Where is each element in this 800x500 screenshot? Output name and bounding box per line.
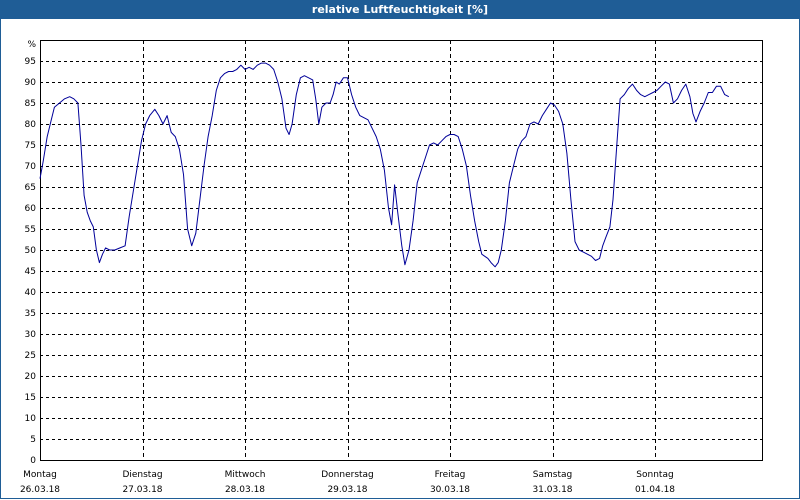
x-tick-day-label: Samstag xyxy=(533,470,572,480)
x-tick-date-label: 01.04.18 xyxy=(635,485,675,495)
y-tick-label-30: 30 xyxy=(25,330,37,340)
x-tick-date-label: 29.03.18 xyxy=(327,485,367,495)
y-tick-label-95: 95 xyxy=(25,57,36,67)
x-tick-date-label: 26.03.18 xyxy=(20,485,60,495)
y-tick-label-20: 20 xyxy=(25,372,37,382)
x-tick-day-label: Montag xyxy=(23,470,57,480)
y-tick-label-5: 5 xyxy=(30,435,36,445)
y-tick-label-65: 65 xyxy=(25,183,36,193)
y-axis-unit-label: % xyxy=(27,40,36,50)
y-tick-label-90: 90 xyxy=(25,78,37,88)
y-axis-tick-labels: 0 5 10 15 20 25 30 35 40 45 50 55 60 65 70 75 80 85 90 95% xyxy=(25,40,37,466)
humidity-line-chart: 05101520253035404550556065707580859095% … xyxy=(20,40,763,495)
y-tick-label-80: 80 xyxy=(25,120,37,130)
y-tick-label-10: 10 xyxy=(25,414,37,424)
y-tick-label-35: 35 xyxy=(25,309,36,319)
y-tick-label-25: 25 xyxy=(25,351,36,361)
x-tick-date-label: 27.03.18 xyxy=(122,485,162,495)
x-axis-tick-labels: Montag 26.03.18 Dienstag 27.03.18 Mittwoch 28… xyxy=(20,470,675,495)
x-tick-day-label: Dienstag xyxy=(122,470,162,480)
chart-window: relative Luftfeuchtigkeit [%] 0 5 10 15 20 25… xyxy=(0,0,800,500)
y-tick-label-60: 60 xyxy=(25,204,37,214)
y-tick-label-40: 40 xyxy=(25,288,37,298)
x-tick-date-label: 28.03.18 xyxy=(225,485,265,495)
y-tick-label-45: 45 xyxy=(25,267,36,277)
x-tick-date-label: 31.03.18 xyxy=(532,485,572,495)
y-tick-label-70: 70 xyxy=(25,162,37,172)
x-tick-day-label: Donnerstag xyxy=(321,470,374,480)
x-tick-day-label: Freitag xyxy=(435,470,466,480)
x-tick-day-label: Mittwoch xyxy=(225,470,266,480)
y-tick-label-50: 50 xyxy=(25,246,37,256)
y-tick-label-75: 75 xyxy=(25,141,36,151)
x-tick-day-label: Sonntag xyxy=(636,470,673,480)
y-tick-label-0: 0 xyxy=(30,456,36,466)
y-tick-label-85: 85 xyxy=(25,99,36,109)
y-tick-label-55: 55 xyxy=(25,225,36,235)
y-tick-label-15: 15 xyxy=(25,393,36,403)
x-tick-date-label: 30.03.18 xyxy=(430,485,470,495)
